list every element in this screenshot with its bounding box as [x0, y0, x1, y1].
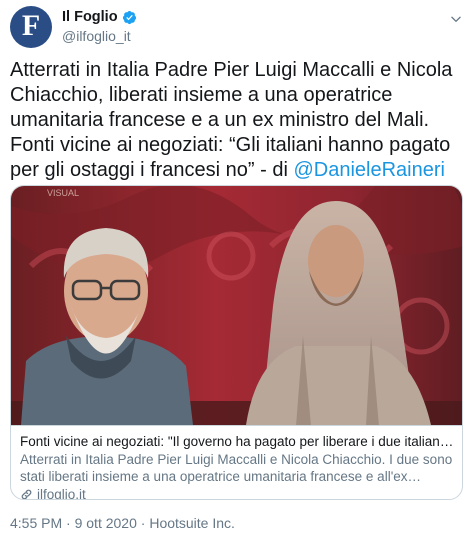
- card-title[interactable]: Fonti vicine ai negoziati: "Il governo h…: [20, 433, 455, 450]
- display-name-row: Il Foglio: [62, 9, 137, 25]
- tweet-header: F Il Foglio @ilfoglio_it: [10, 6, 465, 50]
- card-domain-text: ilfoglio.it: [37, 487, 86, 500]
- card-description: Atterrati in Italia Padre Pier Luigi Mac…: [20, 452, 453, 484]
- mention-link[interactable]: @DanieleRaineri: [293, 159, 444, 181]
- link-icon: [21, 489, 32, 499]
- tweet: F Il Foglio @ilfoglio_it Atterrati in It…: [0, 0, 475, 543]
- display-name[interactable]: Il Foglio: [62, 9, 118, 25]
- tweet-text: Atterrati in Italia Padre Pier Luigi Mac…: [10, 58, 465, 183]
- card-domain[interactable]: ilfoglio.it: [20, 486, 455, 500]
- handle[interactable]: @ilfoglio_it: [62, 28, 137, 44]
- card-body[interactable]: Fonti vicine ai negoziati: "Il governo h…: [11, 425, 462, 500]
- avatar[interactable]: F: [10, 6, 52, 48]
- meta-separator: ·: [66, 515, 71, 531]
- tweet-date[interactable]: 9 ott 2020: [75, 515, 137, 531]
- chevron-down-icon[interactable]: [449, 12, 463, 26]
- tweet-source[interactable]: Hootsuite Inc.: [149, 515, 235, 531]
- link-card[interactable]: VISUAL Fonti vicine ai negoziati: "Il go…: [10, 185, 463, 500]
- meta-separator-2: ·: [140, 515, 146, 531]
- card-image[interactable]: VISUAL: [11, 186, 463, 425]
- verified-badge-icon: [122, 10, 136, 24]
- avatar-letter: F: [21, 9, 41, 42]
- name-block: Il Foglio @ilfoglio_it: [62, 9, 137, 44]
- card-image-watermark: VISUAL: [47, 188, 79, 198]
- tweet-time[interactable]: 4:55 PM: [10, 515, 62, 531]
- tweet-meta: 4:55 PM · 9 ott 2020 · Hootsuite Inc.: [10, 515, 235, 531]
